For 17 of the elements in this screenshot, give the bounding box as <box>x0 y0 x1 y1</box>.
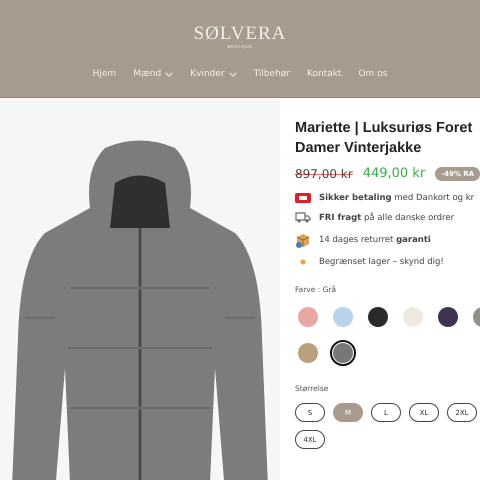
nav-link[interactable]: Om os <box>358 69 388 79</box>
nav-link[interactable]: Kvinder <box>190 69 237 79</box>
nav-link[interactable]: Mænd <box>133 69 174 79</box>
package-icon <box>295 232 311 248</box>
feature-text: Sikker betaling med Dankort og kr <box>319 193 474 203</box>
feature-text: Begrænset lager – skynd dig! <box>319 257 444 267</box>
nav-link[interactable]: Kontakt <box>307 69 342 79</box>
feature-text: FRI fragt på alle danske ordrer <box>319 212 454 222</box>
color-swatch[interactable] <box>330 340 356 366</box>
truck-icon <box>295 212 311 223</box>
brand-logo[interactable]: SØLVERA <box>194 24 286 44</box>
sale-price: 449,00 kr <box>362 166 426 181</box>
nav-link[interactable]: Tilbehør <box>254 69 290 79</box>
card-icon <box>295 193 311 203</box>
product-title: Mariette | Luksuriøs Foret Damer Vinterjakke <box>295 119 474 158</box>
nav-link[interactable]: Hjem <box>92 69 116 79</box>
feature-text: 14 dages returret garanti <box>319 235 431 245</box>
